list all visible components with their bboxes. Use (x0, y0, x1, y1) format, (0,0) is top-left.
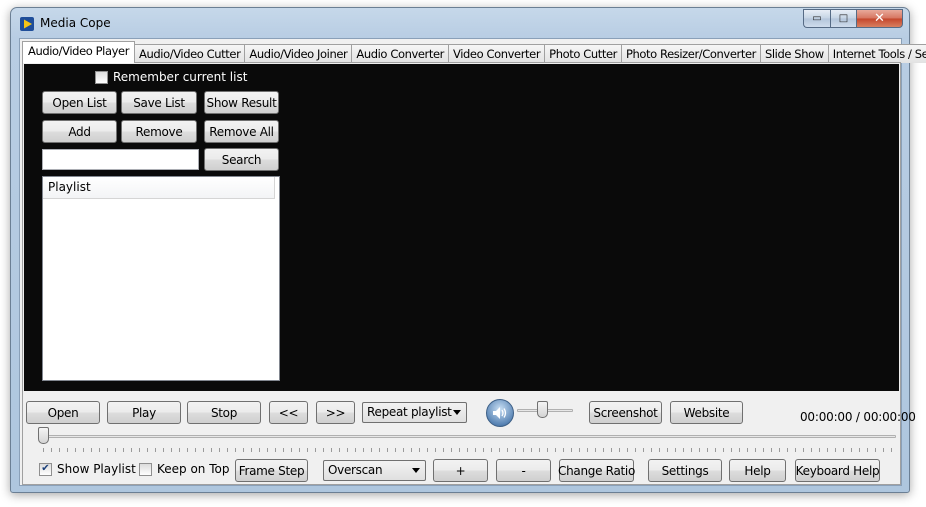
minimize-icon: ▭ (812, 13, 822, 24)
next-button[interactable]: >> (316, 401, 355, 424)
keep-on-top-label: Keep on Top (157, 462, 230, 476)
scan-mode-select[interactable]: Overscan (323, 460, 426, 481)
help-button[interactable]: Help (729, 459, 786, 482)
stop-button[interactable]: Stop (187, 401, 261, 424)
tab-audio-converter[interactable]: Audio Converter (351, 44, 449, 63)
volume-slider-thumb[interactable] (537, 401, 549, 418)
remember-list-check[interactable] (95, 70, 108, 84)
chevron-down-icon (453, 410, 461, 415)
chevron-down-icon (412, 468, 420, 473)
time-separator: / (855, 410, 860, 424)
open-button[interactable]: Open (26, 401, 100, 424)
zoom-out-button[interactable]: - (496, 459, 551, 482)
add-button[interactable]: Add (42, 120, 117, 143)
screenshot-button[interactable]: Screenshot (589, 401, 662, 424)
show-playlist-check[interactable]: ✔ (39, 462, 52, 476)
save-list-button[interactable]: Save List (121, 91, 197, 114)
tab-photo-resizer-converter[interactable]: Photo Resizer/Converter (620, 44, 761, 63)
title-bar[interactable]: Media Cope ▭ □ ✕ (11, 8, 909, 38)
seek-bar-thumb[interactable] (38, 427, 49, 444)
tab-video-converter[interactable]: Video Converter (448, 44, 546, 63)
remember-list-label: Remember current list (113, 70, 248, 84)
player-tab-panel: Remember current list Open List Save Lis… (22, 62, 916, 485)
keyboard-help-button[interactable]: Keyboard Help (795, 459, 880, 482)
tab-audio-video-joiner[interactable]: Audio/Video Joiner (244, 44, 353, 63)
seek-bar-track[interactable] (43, 435, 896, 438)
open-list-button[interactable]: Open List (42, 91, 117, 114)
remove-all-button[interactable]: Remove All (204, 120, 279, 143)
tab-slide-show[interactable]: Slide Show (759, 44, 829, 63)
time-total: 00:00:00 (863, 410, 916, 424)
time-readout: 00:00:00 / 00:00:00 (800, 410, 916, 424)
minimize-button[interactable]: ▭ (803, 9, 830, 28)
close-button[interactable]: ✕ (856, 9, 903, 28)
repeat-mode-select[interactable]: Repeat playlist (362, 402, 467, 423)
change-ratio-button[interactable]: Change Ratio (558, 459, 635, 482)
maximize-button[interactable]: □ (830, 9, 856, 28)
remember-list-checkbox[interactable]: Remember current list (95, 70, 247, 84)
settings-button[interactable]: Settings (648, 459, 722, 482)
app-window: Media Cope ▭ □ ✕ Audio/Video Player Audi… (10, 7, 926, 493)
media-cope-play-icon (20, 17, 34, 31)
play-button[interactable]: Play (107, 401, 181, 424)
tab-audio-video-player[interactable]: Audio/Video Player (22, 41, 136, 63)
show-result-button[interactable]: Show Result (204, 91, 279, 114)
tab-strip: Audio/Video Player Audio/Video Cutter Au… (22, 41, 926, 63)
remove-button[interactable]: Remove (121, 120, 197, 143)
caption-buttons: ▭ □ ✕ (803, 9, 903, 29)
window-title: Media Cope (40, 16, 111, 30)
tab-internet-tools-settings[interactable]: Internet Tools / Settings (827, 44, 926, 63)
previous-button[interactable]: << (269, 401, 308, 424)
close-icon: ✕ (874, 11, 885, 26)
tab-audio-video-cutter[interactable]: Audio/Video Cutter (134, 44, 246, 63)
playlist-column-header[interactable]: Playlist (43, 177, 275, 199)
maximize-icon: □ (838, 13, 849, 24)
client-area: Audio/Video Player Audio/Video Cutter Au… (19, 38, 926, 486)
scan-mode-value: Overscan (328, 463, 383, 477)
seek-bar-ticks (43, 448, 896, 452)
keep-on-top-checkbox[interactable]: Keep on Top (139, 462, 229, 476)
frame-step-button[interactable]: Frame Step (235, 459, 308, 482)
speaker-icon[interactable] (486, 399, 514, 427)
speaker-glyph (493, 407, 507, 419)
keep-on-top-check[interactable] (139, 462, 152, 476)
website-button[interactable]: Website (670, 401, 743, 424)
time-current: 00:00:00 (800, 410, 853, 424)
repeat-mode-value: Repeat playlist (367, 405, 452, 419)
tab-photo-cutter[interactable]: Photo Cutter (544, 44, 622, 63)
search-input[interactable] (42, 149, 199, 170)
show-playlist-label: Show Playlist (57, 462, 136, 476)
playlist-list[interactable]: Playlist (42, 176, 280, 381)
show-playlist-checkbox[interactable]: ✔ Show Playlist (39, 462, 136, 476)
zoom-in-button[interactable]: + (433, 459, 488, 482)
search-button[interactable]: Search (204, 148, 279, 171)
